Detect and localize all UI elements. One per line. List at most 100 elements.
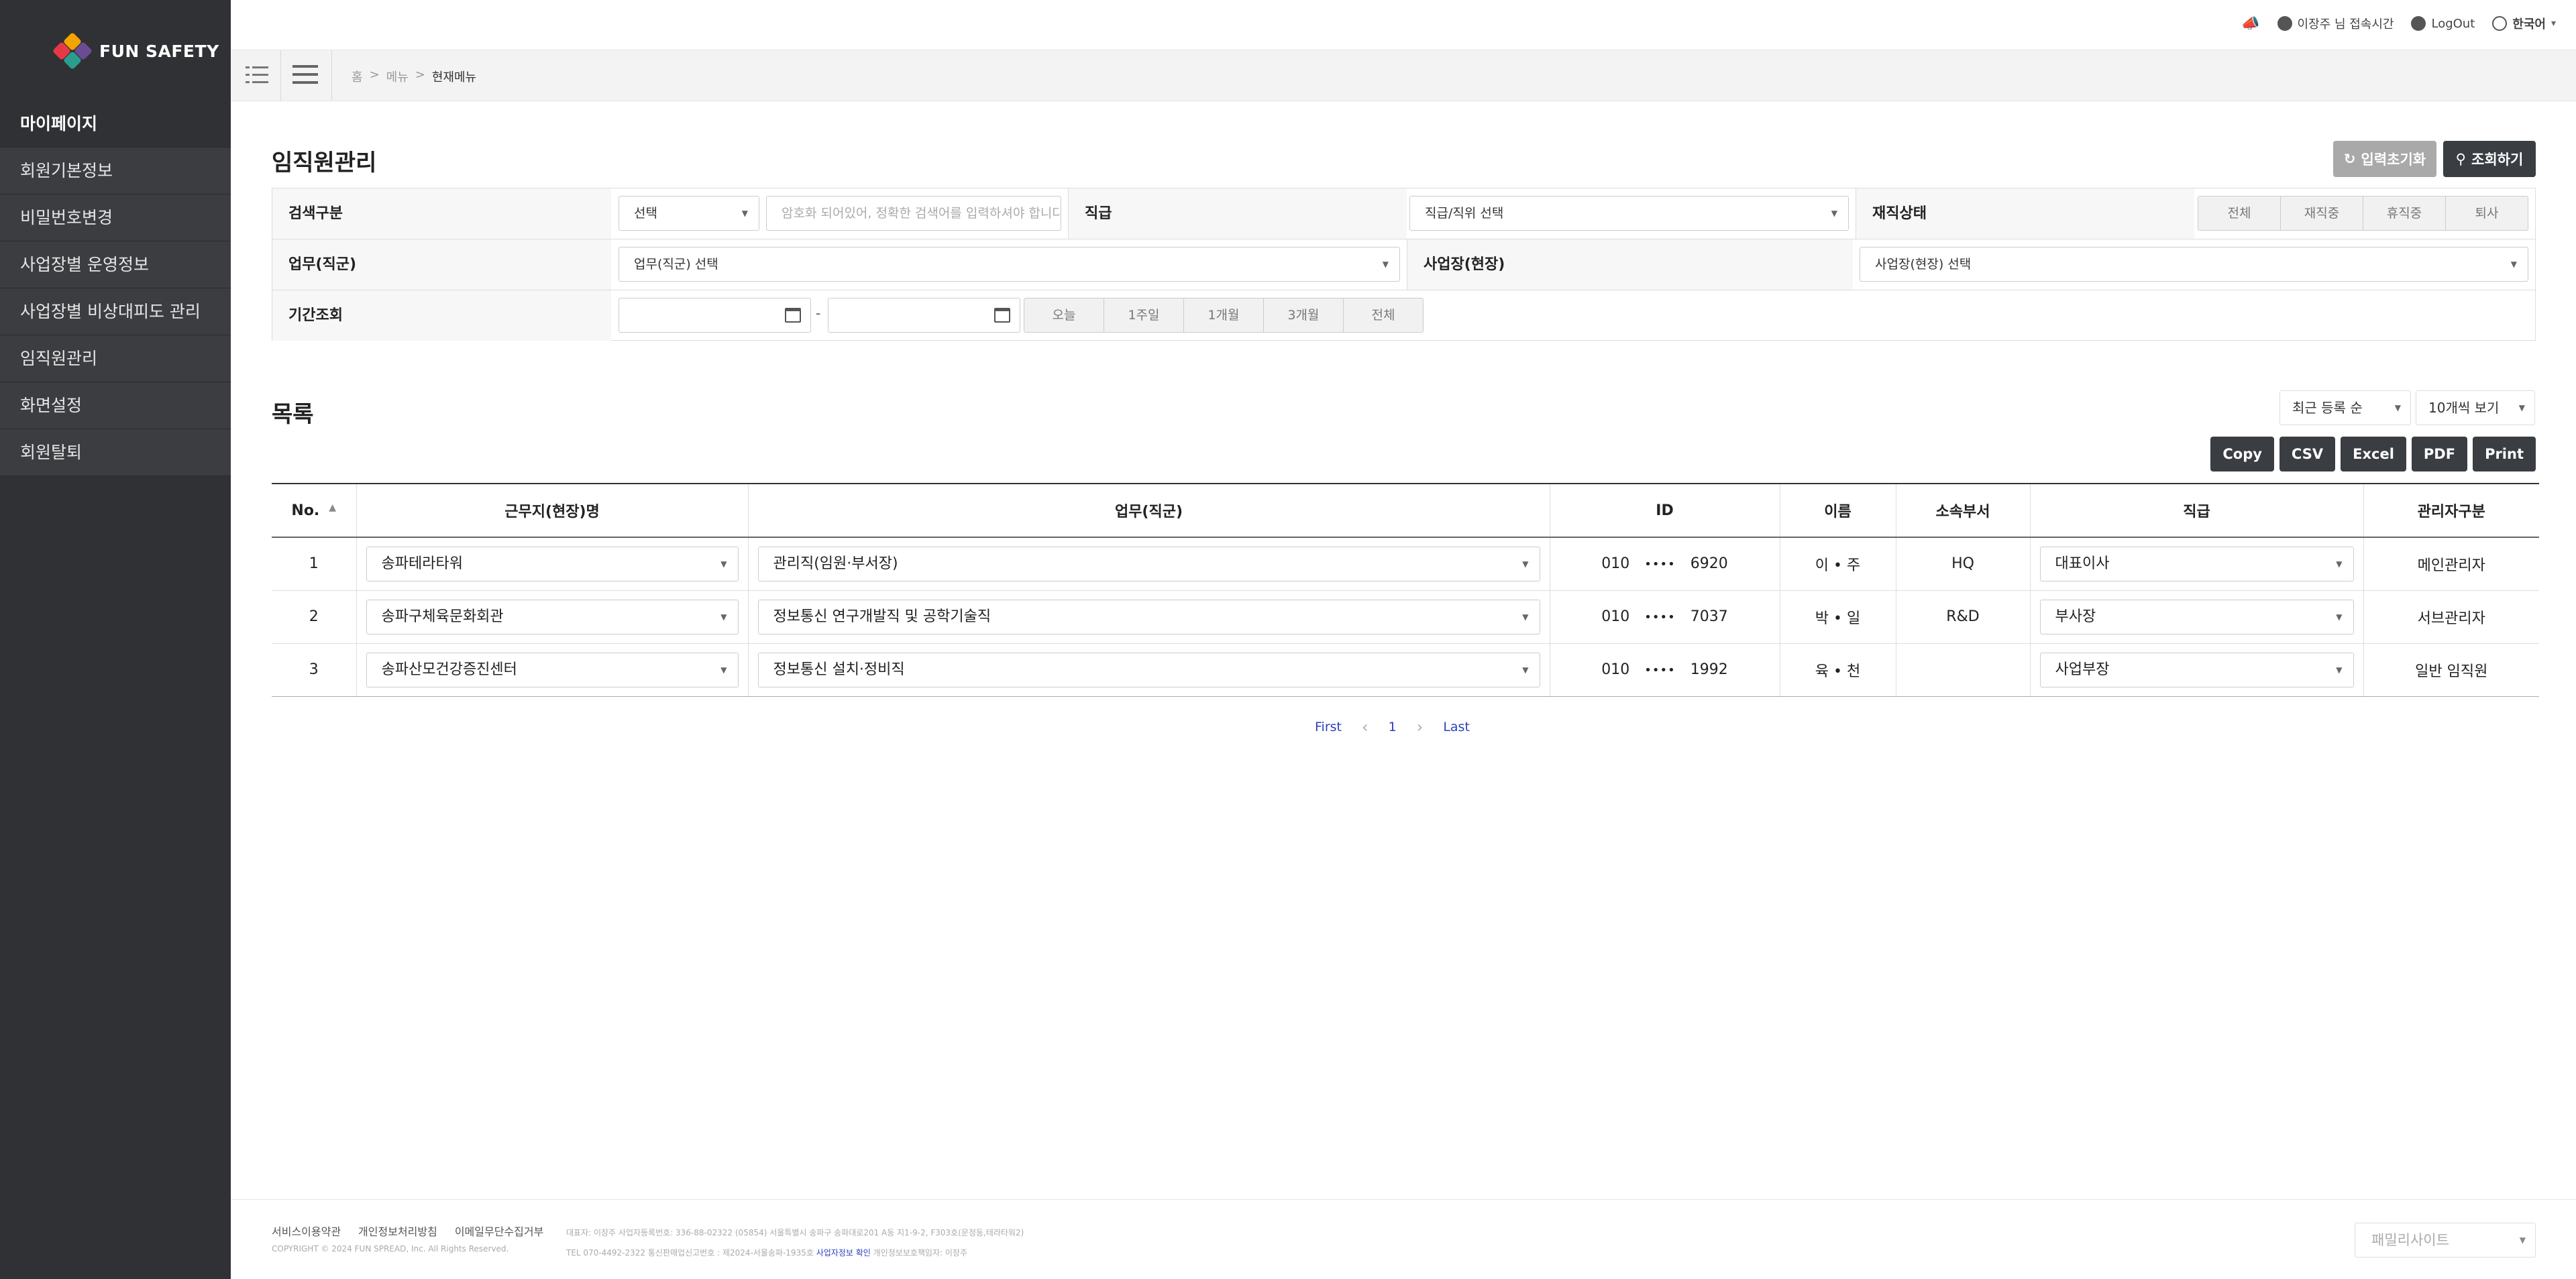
row-job-select[interactable]: 정보통신 설치·정비직 ▼ bbox=[757, 652, 1540, 687]
sidebar-item-member-info[interactable]: 회원기본정보 bbox=[0, 148, 231, 194]
globe-icon bbox=[2492, 16, 2508, 31]
chevron-down-icon: ▼ bbox=[720, 665, 727, 675]
rank-select[interactable]: 직급/직위 선택 ▼ bbox=[1409, 196, 1849, 231]
status-option-all[interactable]: 전체 bbox=[2198, 197, 2281, 230]
row-no: 1 bbox=[272, 537, 357, 591]
row-name: 육 • 천 bbox=[1780, 643, 1896, 697]
menu-toggle-icon[interactable] bbox=[292, 62, 318, 87]
period-option-3months[interactable]: 3개월 bbox=[1264, 298, 1344, 332]
row-site-select[interactable]: 송파테라타워 ▼ bbox=[366, 546, 739, 581]
pager-first[interactable]: First bbox=[1315, 720, 1342, 734]
column-header-admin[interactable]: 관리자구분 bbox=[2363, 483, 2539, 538]
language-selector[interactable]: 한국어 ▾ bbox=[2492, 15, 2556, 32]
row-rank-select[interactable]: 대표이사 ▼ bbox=[2039, 546, 2354, 581]
sidebar-item-evacuation-map[interactable]: 사업장별 비상대피도 관리 bbox=[0, 288, 231, 335]
chevron-right-icon[interactable]: › bbox=[1417, 718, 1424, 736]
search-input[interactable]: 암호화 되어있어, 정확한 검색어를 입력하셔야 합니다 bbox=[766, 196, 1061, 231]
footer-link-terms[interactable]: 서비스이용약관 bbox=[272, 1223, 341, 1239]
date-separator: - bbox=[816, 305, 821, 321]
chevron-down-icon: ▼ bbox=[1382, 260, 1389, 269]
pdf-button[interactable]: PDF bbox=[2411, 437, 2468, 471]
status-option-resigned[interactable]: 퇴사 bbox=[2446, 197, 2528, 230]
sort-select[interactable]: 최근 등록 순 ▼ bbox=[2279, 390, 2411, 425]
reset-button[interactable]: ↻ 입력초기화 bbox=[2333, 141, 2436, 177]
row-admin-type: 메인관리자 bbox=[2363, 537, 2539, 591]
sidebar-item-site-operation[interactable]: 사업장별 운영정보 bbox=[0, 241, 231, 288]
list-title: 목록 bbox=[272, 401, 314, 428]
calendar-icon[interactable] bbox=[785, 308, 801, 323]
row-job-select[interactable]: 정보통신 연구개발직 및 공학기술직 ▼ bbox=[757, 599, 1540, 634]
chevron-down-icon: ▼ bbox=[2394, 403, 2401, 412]
footer: 서비스이용약관 개인정보처리방침 이메일무단수집거부 COPYRIGHT © 2… bbox=[231, 1199, 2576, 1279]
period-option-all[interactable]: 전체 bbox=[1344, 298, 1423, 332]
site-select[interactable]: 사업장(현장) 선택 ▼ bbox=[1860, 247, 2528, 282]
brand-logo[interactable]: FUN SAFETY bbox=[52, 32, 219, 70]
status-option-employed[interactable]: 재직중 bbox=[2281, 197, 2363, 230]
row-site-select[interactable]: 송파구체육문화회관 ▼ bbox=[366, 599, 739, 634]
job-select[interactable]: 업무(직군) 선택 ▼ bbox=[619, 247, 1400, 282]
reset-label: 입력초기화 bbox=[2361, 152, 2426, 168]
row-site-select[interactable]: 송파산모건강증진센터 ▼ bbox=[366, 652, 739, 687]
sidebar-item-employee-management[interactable]: 임직원관리 bbox=[0, 335, 231, 382]
sidebar-item-withdraw[interactable]: 회원탈퇴 bbox=[0, 429, 231, 476]
copy-button[interactable]: Copy bbox=[2210, 437, 2274, 471]
csv-button[interactable]: CSV bbox=[2279, 437, 2336, 471]
column-header-id[interactable]: ID bbox=[1550, 483, 1780, 538]
status-label: 재직상태 bbox=[1856, 188, 2194, 239]
print-button[interactable]: Print bbox=[2473, 437, 2536, 471]
status-option-leave[interactable]: 휴직중 bbox=[2363, 197, 2446, 230]
period-option-1week[interactable]: 1주일 bbox=[1104, 298, 1184, 332]
end-date-input[interactable] bbox=[828, 298, 1020, 333]
column-header-name[interactable]: 이름 bbox=[1780, 483, 1896, 538]
search-label: 조회하기 bbox=[2471, 152, 2524, 168]
excel-button[interactable]: Excel bbox=[2341, 437, 2406, 471]
pager-last[interactable]: Last bbox=[1443, 720, 1470, 734]
refresh-icon: ↻ bbox=[2343, 151, 2356, 167]
column-header-job[interactable]: 업무(직군) bbox=[748, 483, 1550, 538]
family-site-select[interactable]: 패밀리사이트 ▼ bbox=[2355, 1223, 2536, 1258]
column-header-dept[interactable]: 소속부서 bbox=[1896, 483, 2031, 538]
page-size-select[interactable]: 10개씩 보기 ▼ bbox=[2416, 390, 2535, 425]
table-row[interactable]: 1 송파테라타워 ▼ 관리직(임원·부서장) ▼ 010 •••• 6920 이 • 주… bbox=[272, 537, 2539, 591]
column-header-site[interactable]: 근무지(현장)명 bbox=[356, 483, 749, 538]
copyright: COPYRIGHT © 2024 FUN SPREAD, Inc. All Ri… bbox=[272, 1244, 509, 1254]
sidebar-item-mypage[interactable]: 마이페이지 bbox=[0, 101, 231, 148]
row-name: 이 • 주 bbox=[1780, 537, 1896, 591]
list-toggle-icon[interactable] bbox=[246, 65, 268, 85]
row-no: 3 bbox=[272, 643, 357, 697]
brand-name: FUN SAFETY bbox=[99, 41, 219, 61]
search-type-select[interactable]: 선택 ▼ bbox=[619, 196, 759, 231]
row-rank-select[interactable]: 사업부장 ▼ bbox=[2039, 652, 2354, 687]
user-info[interactable]: 이장주 님 접속시간 bbox=[2277, 15, 2394, 32]
row-rank-select[interactable]: 부사장 ▼ bbox=[2039, 599, 2354, 634]
period-option-today[interactable]: 오늘 bbox=[1024, 298, 1104, 332]
table-row[interactable]: 2 송파구체육문화회관 ▼ 정보통신 연구개발직 및 공학기술직 ▼ 010 ••••… bbox=[272, 590, 2539, 644]
period-option-1month[interactable]: 1개월 bbox=[1184, 298, 1264, 332]
chevron-down-icon: ▼ bbox=[2336, 612, 2343, 622]
logout-button[interactable]: LogOut bbox=[2411, 16, 2475, 31]
column-header-no[interactable]: No. ▲ bbox=[272, 483, 357, 538]
chevron-down-icon: ▼ bbox=[1522, 559, 1529, 569]
megaphone-icon[interactable]: 📣 bbox=[2241, 15, 2259, 32]
chevron-down-icon: ▼ bbox=[741, 209, 748, 218]
breadcrumb-home[interactable]: 홈 bbox=[352, 68, 363, 85]
pager-page-current[interactable]: 1 bbox=[1389, 720, 1397, 734]
column-header-rank[interactable]: 직급 bbox=[2030, 483, 2364, 538]
footer-link-privacy[interactable]: 개인정보처리방침 bbox=[358, 1223, 437, 1239]
calendar-icon[interactable] bbox=[994, 308, 1010, 323]
table-row[interactable]: 3 송파산모건강증진센터 ▼ 정보통신 설치·정비직 ▼ 010 •••• 1992 육… bbox=[272, 643, 2539, 697]
start-date-input[interactable] bbox=[619, 298, 811, 333]
sidebar-item-screen-settings[interactable]: 화면설정 bbox=[0, 382, 231, 429]
page-title: 임직원관리 bbox=[272, 150, 377, 176]
row-admin-type: 서브관리자 bbox=[2363, 590, 2539, 644]
row-id: 010 •••• 7037 bbox=[1550, 590, 1780, 644]
sidebar-item-change-password[interactable]: 비밀번호변경 bbox=[0, 194, 231, 241]
row-job-select[interactable]: 관리직(임원·부서장) ▼ bbox=[757, 546, 1540, 581]
row-dept: R&D bbox=[1896, 590, 2031, 644]
search-button[interactable]: ⚲ 조회하기 bbox=[2443, 141, 2536, 177]
row-admin-type: 일반 임직원 bbox=[2363, 643, 2539, 697]
chevron-left-icon[interactable]: ‹ bbox=[1362, 718, 1368, 736]
breadcrumb-menu[interactable]: 메뉴 bbox=[386, 68, 409, 85]
business-info-link[interactable]: 사업자정보 확인 bbox=[816, 1248, 871, 1258]
footer-link-email-refusal[interactable]: 이메일무단수집거부 bbox=[455, 1223, 543, 1239]
